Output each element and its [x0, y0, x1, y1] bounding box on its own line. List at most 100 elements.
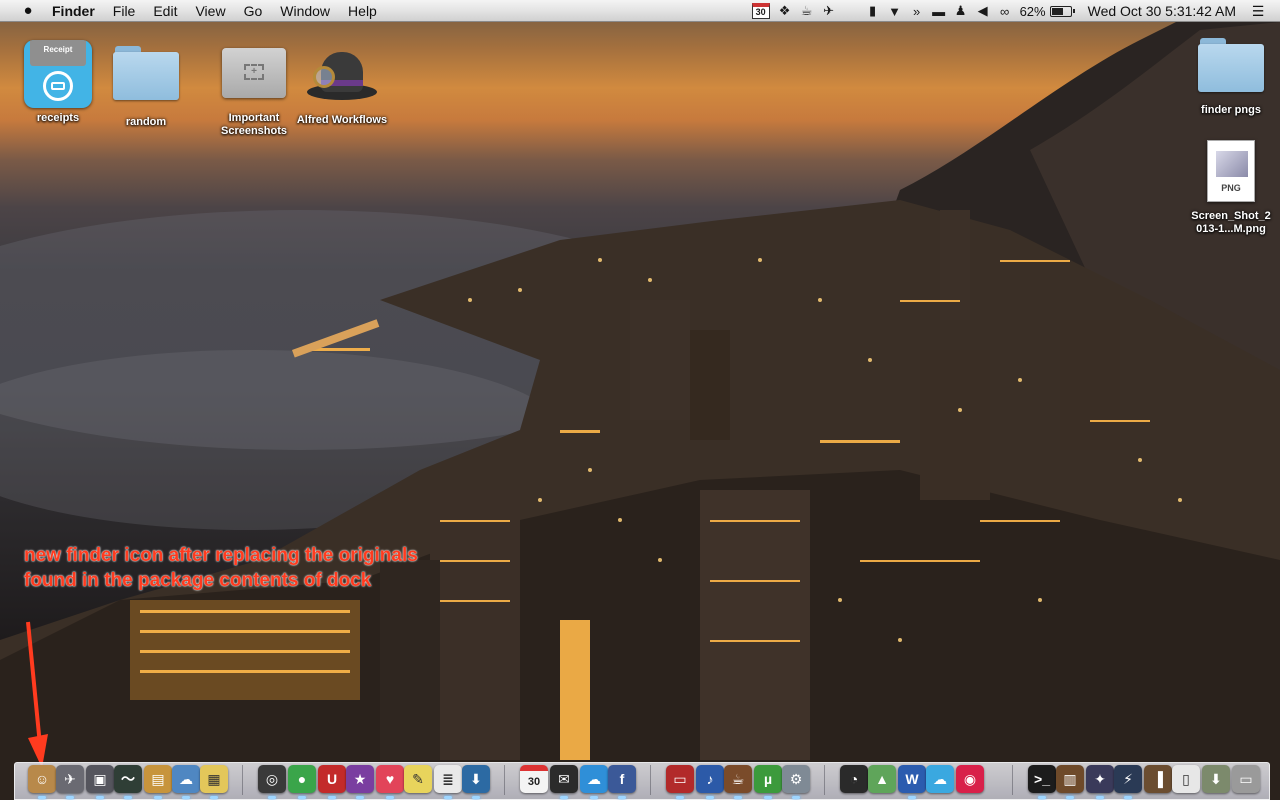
dock-twitterrific-icon[interactable]: ☁: [580, 765, 608, 793]
dock-running-indicator: [618, 796, 626, 799]
desktop-icon-random[interactable]: random: [98, 46, 194, 129]
dock-photobooth-icon[interactable]: ▭: [666, 765, 694, 793]
dock-running-indicator: [590, 796, 598, 799]
dock-running-indicator: [444, 796, 452, 799]
apple-menu-icon[interactable]: ●: [18, 2, 38, 19]
battery-icon[interactable]: [1049, 5, 1075, 17]
car-status-icon[interactable]: ▬: [928, 0, 950, 22]
dock-briefcase-icon[interactable]: ▥: [1056, 765, 1084, 793]
dock-running-indicator: [38, 796, 46, 799]
dock-pocket-icon[interactable]: ♥: [376, 765, 404, 793]
dock-weather-icon[interactable]: ☁: [172, 765, 200, 793]
dock-cloud-icon[interactable]: ☁: [926, 765, 954, 793]
volume-status-icon[interactable]: ◀: [972, 0, 994, 22]
dock-running-indicator: [1038, 796, 1046, 799]
receipt-card-icon: [51, 82, 65, 90]
dock-books-icon[interactable]: ▐: [1144, 765, 1172, 793]
dock-calendar-icon[interactable]: 30: [520, 765, 548, 793]
dock-separator: [1012, 765, 1013, 795]
battery-percent[interactable]: 62%: [1016, 4, 1050, 19]
sync-status-icon[interactable]: ∞: [994, 0, 1016, 22]
calendar-status-icon[interactable]: 30: [751, 3, 770, 19]
menu-window[interactable]: Window: [271, 3, 339, 19]
caffeine-status-icon[interactable]: ☕: [796, 0, 818, 22]
dock-utorrent-icon[interactable]: µ: [754, 765, 782, 793]
notification-center-icon[interactable]: ☰: [1244, 3, 1272, 20]
desktop-icon-label: Alfred Workflows: [296, 114, 388, 126]
desktop-icon-receipts[interactable]: Receipt receipts: [10, 40, 106, 125]
dock-notes-icon[interactable]: ≣: [434, 765, 462, 793]
dock-coffee-icon[interactable]: ☕: [724, 765, 752, 793]
desktop-icon-screenshot-png[interactable]: PNG Screen_Shot_2013-1...M.png: [1183, 140, 1279, 236]
menu-clock[interactable]: Wed Oct 30 5:31:42 AM: [1080, 3, 1244, 19]
dock-safari-icon[interactable]: ◎: [258, 765, 286, 793]
dock-separator: [242, 765, 243, 795]
forward-status-icon[interactable]: »: [906, 0, 928, 22]
dock-trash-icon[interactable]: ▭: [1232, 765, 1260, 793]
dock-archive-icon[interactable]: ▤: [144, 765, 172, 793]
dock-running-indicator: [154, 796, 162, 799]
battery-fill: [1051, 7, 1063, 15]
dock-facebook-icon[interactable]: f: [608, 765, 636, 793]
dropbox-status-icon[interactable]: ❖: [774, 0, 796, 22]
dock-maps-icon[interactable]: ▲: [868, 765, 896, 793]
alfred-hat-icon: [307, 44, 377, 104]
desktop-icon-important-screenshots[interactable]: + Important Screenshots: [206, 44, 302, 138]
annotation-text: new finder icon after replacing the orig…: [24, 543, 584, 593]
dock-terminal-icon[interactable]: >_: [1028, 765, 1056, 793]
stamp-status-icon[interactable]: ♟: [950, 0, 972, 22]
dock-running-indicator: [124, 796, 132, 799]
dock-reeder-icon[interactable]: ★: [346, 765, 374, 793]
dock-activity-monitor-icon[interactable]: 〜: [114, 765, 142, 793]
dock-separator: [824, 765, 825, 795]
dock-preferences-icon[interactable]: ⚙: [782, 765, 810, 793]
menu-help[interactable]: Help: [339, 3, 386, 19]
dock-running-indicator: [66, 796, 74, 799]
folder-icon: [1198, 38, 1264, 92]
dock-running-indicator: [1096, 796, 1104, 799]
dock-running-indicator: [560, 796, 568, 799]
dock-preview-icon[interactable]: ▦: [200, 765, 228, 793]
dock-imovie-icon[interactable]: ✦: [1086, 765, 1114, 793]
desktop-icon-alfred-workflows[interactable]: Alfred Workflows: [294, 44, 390, 127]
desktop-icon-label: receipts: [36, 112, 80, 124]
png-file-icon: PNG: [1207, 140, 1255, 202]
dock-document-icon[interactable]: ▯: [1172, 765, 1200, 793]
dock-mail-icon[interactable]: ✉: [550, 765, 578, 793]
dock-photo-icon[interactable]: ▣: [86, 765, 114, 793]
bird-status-icon[interactable]: ✈: [818, 0, 840, 22]
dock-downloads-icon[interactable]: ⬇: [1202, 765, 1230, 793]
annotation-line-2: found in the package contents of dock: [24, 570, 372, 591]
dock-spark-icon[interactable]: ⚡: [1114, 765, 1142, 793]
menu-go[interactable]: Go: [235, 3, 272, 19]
dock-messages-icon[interactable]: ●: [288, 765, 316, 793]
dock-launchpad-icon[interactable]: ✈: [56, 765, 84, 793]
menu-file[interactable]: File: [104, 3, 145, 19]
desktop-icon-label: finder pngs: [1201, 104, 1261, 116]
dock-dashboard-icon[interactable]: ◔: [840, 765, 868, 793]
menu-edit[interactable]: Edit: [144, 3, 186, 19]
bookmark-status-icon[interactable]: ▮: [862, 0, 884, 22]
desktop-icon-label: Important Screenshots: [220, 112, 288, 137]
receipt-slip-text: Receipt: [30, 40, 86, 66]
annotation-line-1: new finder icon after replacing the orig…: [24, 545, 418, 566]
dock-lips-icon[interactable]: ◉: [956, 765, 984, 793]
menu-view[interactable]: View: [186, 3, 234, 19]
menu-app-finder[interactable]: Finder: [52, 3, 104, 19]
dock-running-indicator: [96, 796, 104, 799]
menu-extras: 30 ❖ ☕ ✈ ▮ ▼ » ▬ ♟ ◀ ∞ 62% Wed Oct 30 5:…: [748, 0, 1280, 22]
dock-finder-icon[interactable]: ☺: [28, 765, 56, 793]
dock-texteditor-icon[interactable]: U: [318, 765, 346, 793]
dock-running-indicator: [298, 796, 306, 799]
cup-status-icon[interactable]: ▼: [884, 0, 906, 22]
desktop-icon-finder-pngs[interactable]: finder pngs: [1183, 38, 1279, 117]
folder-icon: [113, 46, 179, 100]
dock-save-icon[interactable]: ⬇: [462, 765, 490, 793]
annotation-arrow: [26, 621, 48, 768]
dock-separator: [504, 765, 505, 795]
dock-running-indicator: [182, 796, 190, 799]
dock-stickies-icon[interactable]: ✎: [404, 765, 432, 793]
dock-itunes-icon[interactable]: ♪: [696, 765, 724, 793]
dock-word-icon[interactable]: W: [898, 765, 926, 793]
file-kind-label: PNG: [1221, 183, 1241, 193]
